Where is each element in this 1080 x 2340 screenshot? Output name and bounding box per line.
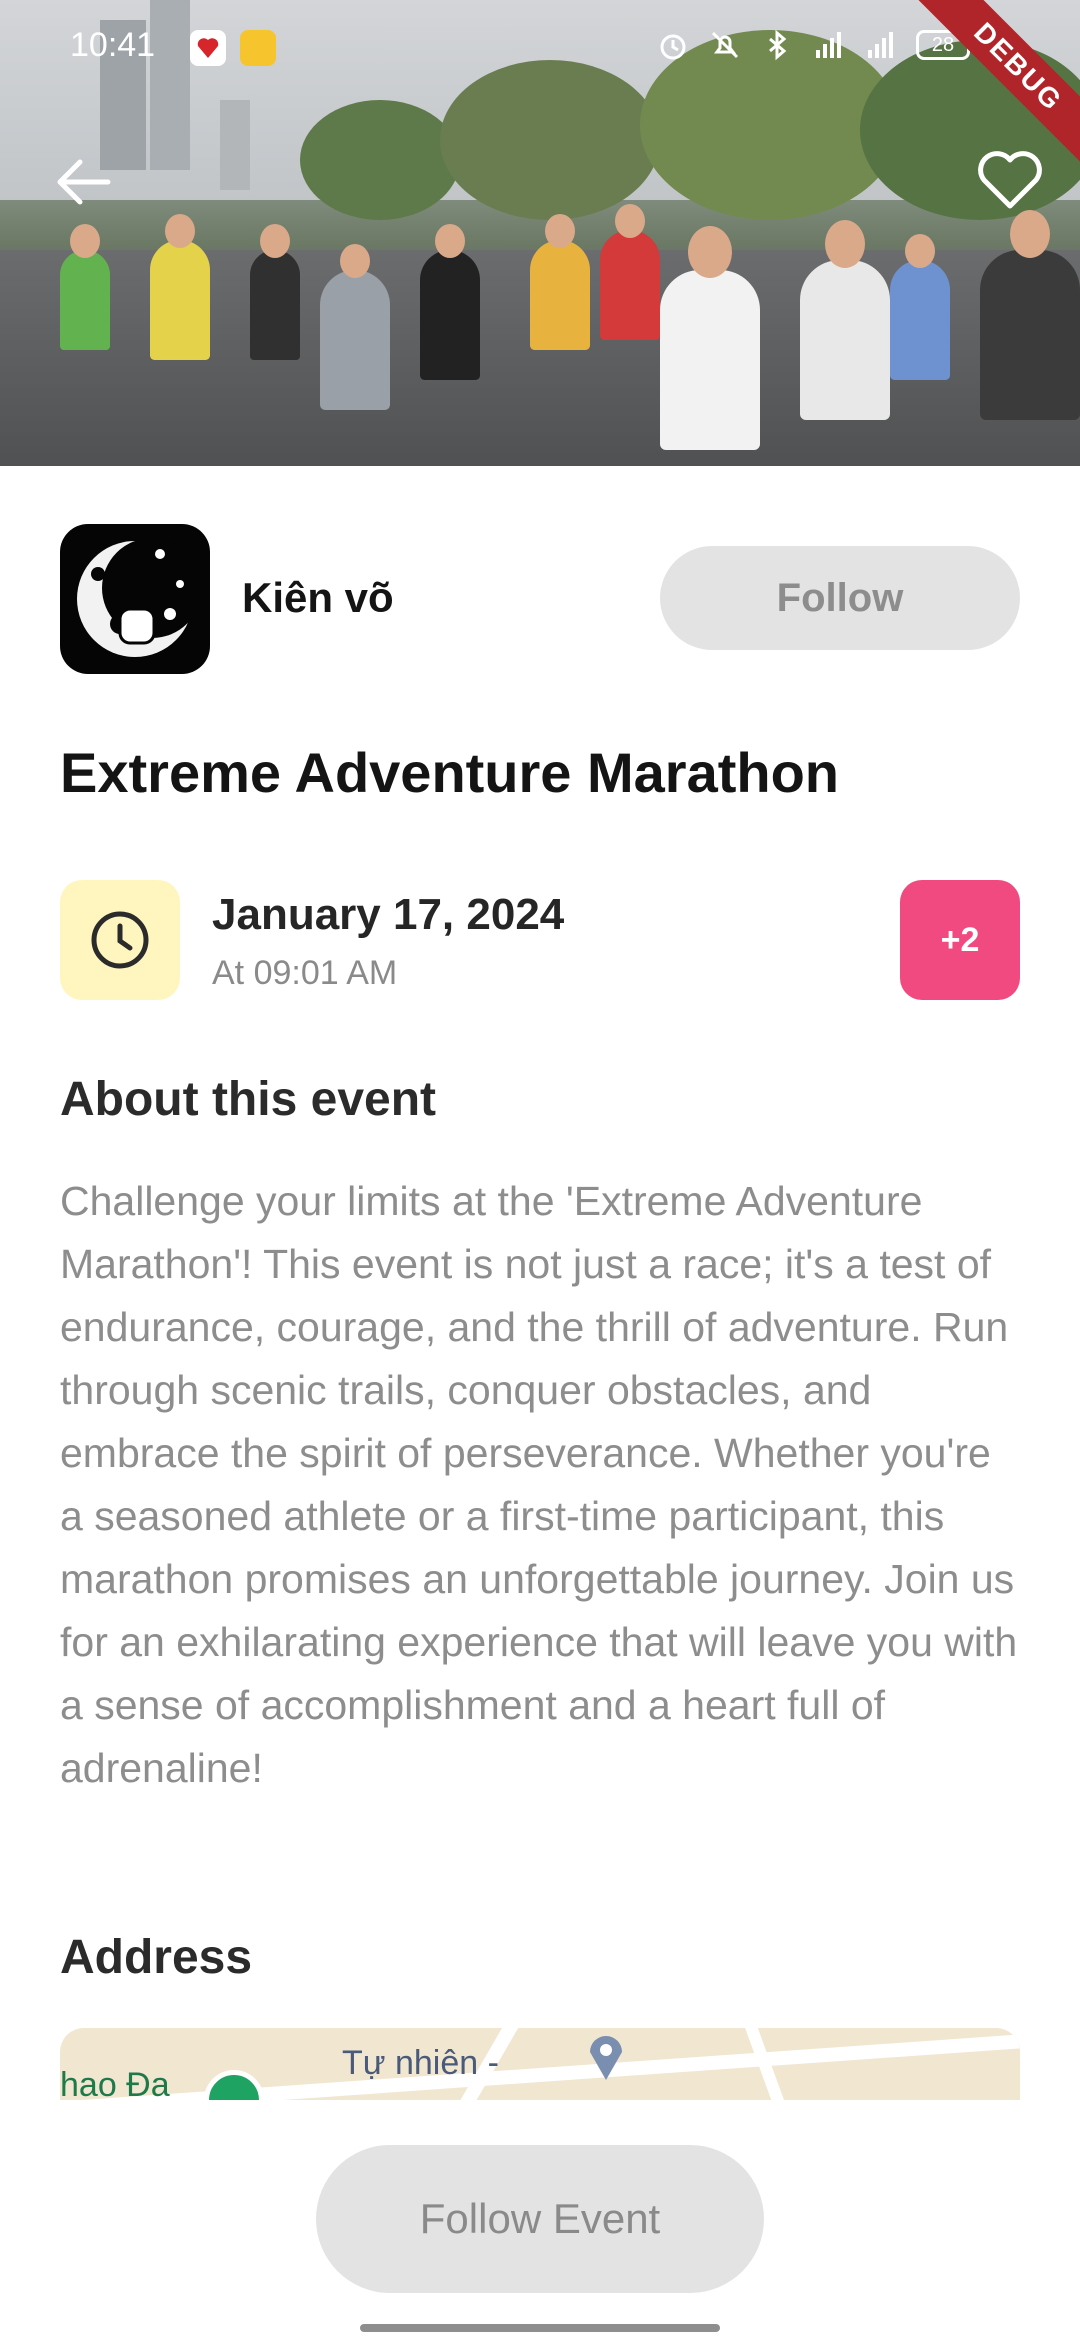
event-datetime-row: January 17, 2024 At 09:01 AM +2: [60, 880, 1020, 1000]
event-cover-image: 10:41 28 DEBUG: [0, 0, 1080, 466]
organizer-avatar[interactable]: [60, 524, 210, 674]
status-bar: 10:41 28: [0, 0, 1080, 96]
address-heading: Address: [60, 1931, 253, 1984]
status-time: 10:41: [70, 26, 156, 64]
back-arrow-icon[interactable]: [52, 150, 116, 214]
attendees-more-button[interactable]: +2: [900, 880, 1020, 1000]
alarm-icon: [660, 34, 686, 60]
clock-icon-box: [60, 880, 180, 1000]
cover-runner: [60, 224, 110, 350]
status-icons: 28: [656, 28, 970, 62]
about-heading: About this event: [60, 1073, 437, 1126]
cover-runner: [320, 244, 390, 410]
cover-runner: [890, 234, 950, 380]
map-label: Tự nhiên -: [342, 2044, 499, 2082]
about-description: Challenge your limits at the 'Extreme Ad…: [60, 1178, 1018, 1791]
taptap-icon: [240, 30, 276, 66]
organizer-name[interactable]: Kiên võ: [242, 574, 394, 622]
bluetooth-icon: [769, 29, 787, 61]
cover-runner: [800, 220, 890, 420]
cover-runner: [530, 214, 590, 350]
cover-runner: [980, 210, 1080, 420]
bottom-action-bar: Follow Event: [0, 2100, 1080, 2340]
cover-runner: [420, 224, 480, 380]
organizer-row: Kiên võ Follow: [60, 524, 1020, 674]
cover-tree: [300, 100, 460, 220]
map-location-pin-icon: [590, 2036, 622, 2080]
signal-icon: [816, 32, 841, 58]
4g-signal-icon: [868, 32, 893, 58]
map-pin-icon: [204, 2070, 264, 2100]
home-indicator[interactable]: [360, 2324, 720, 2332]
map-label: hao Đa: [60, 2066, 170, 2100]
follow-event-button[interactable]: Follow Event: [316, 2145, 764, 2293]
cover-runner: [150, 214, 210, 360]
event-title: Extreme Adventure Marathon: [60, 741, 839, 804]
cover-runner: [250, 224, 300, 360]
event-time: At 09:01 AM: [212, 954, 398, 992]
favorite-heart-icon[interactable]: [976, 148, 1044, 212]
address-map[interactable]: Tự nhiên - hao Đa: [60, 2028, 1020, 2100]
cover-runner: [660, 226, 760, 450]
event-date: January 17, 2024: [212, 890, 565, 939]
cover-runner: [600, 204, 660, 340]
mute-icon: [711, 31, 739, 59]
follow-organizer-button[interactable]: Follow: [660, 546, 1020, 650]
cover-building: [220, 100, 250, 190]
clock-icon: [91, 911, 149, 969]
vnpay-icon: [190, 30, 226, 66]
